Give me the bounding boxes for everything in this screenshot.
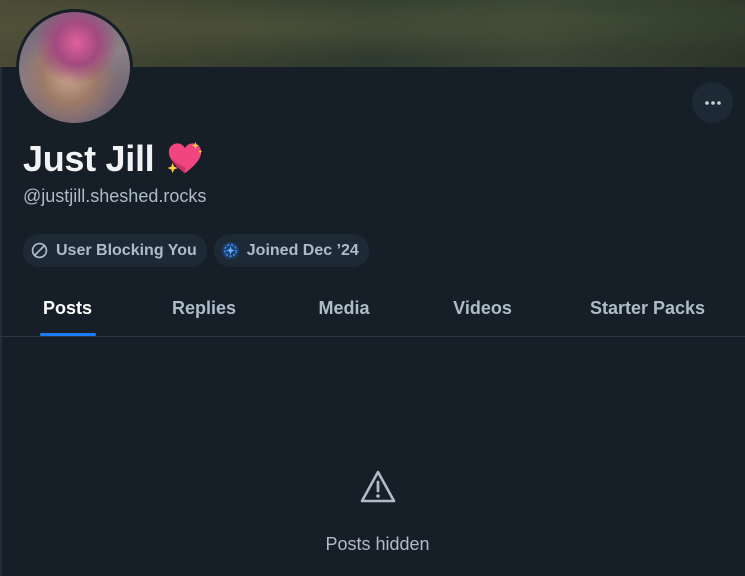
joined-badge[interactable]: Joined Dec ’24 bbox=[213, 234, 369, 267]
tab-videos-label: Videos bbox=[453, 297, 512, 318]
avatar[interactable] bbox=[16, 9, 133, 126]
profile-tabs: Posts Replies Media Videos Starter Packs bbox=[0, 280, 745, 337]
tab-starter-packs[interactable]: Starter Packs bbox=[550, 280, 745, 336]
display-name-text: Just Jill bbox=[23, 138, 155, 179]
tab-posts-label: Posts bbox=[42, 297, 93, 318]
ellipsis-icon bbox=[704, 100, 721, 105]
user-handle: @justjill.sheshed.rocks bbox=[23, 186, 207, 206]
more-options-button[interactable] bbox=[692, 82, 733, 123]
empty-state-message: Posts hidden bbox=[325, 534, 430, 554]
tab-starter-packs-label: Starter Packs bbox=[589, 297, 706, 318]
joined-badge-label: Joined Dec ’24 bbox=[246, 241, 359, 259]
tab-replies[interactable]: Replies bbox=[135, 280, 273, 336]
tab-media[interactable]: Media bbox=[273, 280, 415, 336]
tab-replies-label: Replies bbox=[171, 297, 237, 318]
tab-posts[interactable]: Posts bbox=[0, 280, 135, 336]
tab-videos[interactable]: Videos bbox=[415, 280, 550, 336]
profile-badges: User Blocking You Joined Dec ’24 bbox=[23, 234, 369, 267]
block-icon bbox=[31, 242, 48, 259]
display-name: Just Jill bbox=[23, 138, 204, 180]
blocking-badge[interactable]: User Blocking You bbox=[23, 234, 207, 267]
warning-triangle-icon bbox=[360, 470, 395, 503]
active-tab-indicator bbox=[40, 333, 96, 336]
empty-state: Posts hidden bbox=[0, 468, 745, 555]
sparkling-heart-icon bbox=[167, 141, 203, 174]
tab-media-label: Media bbox=[318, 297, 370, 318]
blocking-badge-label: User Blocking You bbox=[56, 241, 197, 259]
bluesky-starter-icon bbox=[221, 241, 239, 260]
